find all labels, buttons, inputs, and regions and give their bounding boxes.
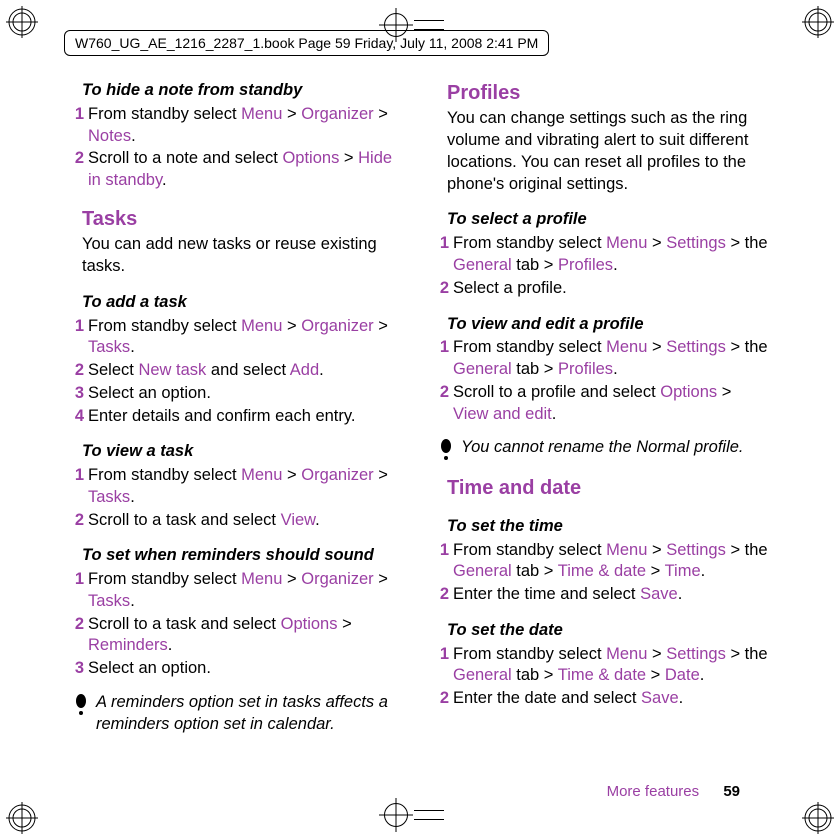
header-text: W760_UG_AE_1216_2287_1.book Page 59 Frid…	[64, 30, 549, 56]
step: 2 Select a profile.	[435, 278, 770, 300]
step-text: From standby select Menu > Settings > th…	[453, 233, 770, 277]
step: 2 Enter the date and select Save.	[435, 688, 770, 710]
page-footer: More features 59	[607, 783, 740, 800]
note-text: You cannot rename the Normal profile.	[461, 437, 744, 459]
set-time-heading: To set the time	[447, 516, 770, 538]
step-text: Select an option.	[88, 383, 405, 405]
crop-mark-icon	[802, 6, 834, 38]
step-text: From standby select Menu > Organizer > N…	[88, 104, 405, 148]
step: 2 Select New task and select Add.	[70, 360, 405, 382]
step: 1 From standby select Menu > Settings > …	[435, 540, 770, 584]
step-number: 1	[435, 233, 449, 277]
step: 1 From standby select Menu > Organizer >…	[70, 569, 405, 613]
step-number: 1	[70, 316, 84, 360]
step-text: Enter the time and select Save.	[453, 584, 770, 606]
step-text: Enter details and confirm each entry.	[88, 406, 405, 428]
step-text: From standby select Menu > Settings > th…	[453, 337, 770, 381]
step-number: 1	[435, 337, 449, 381]
note-box: A reminders option set in tasks affects …	[74, 692, 405, 736]
profiles-intro: You can change settings such as the ring…	[447, 108, 770, 195]
step-text: From standby select Menu > Organizer > T…	[88, 465, 405, 509]
crop-mark-icon	[802, 802, 834, 834]
profiles-section-heading: Profiles	[447, 80, 770, 106]
step: 1 From standby select Menu > Organizer >…	[70, 316, 405, 360]
step: 3 Select an option.	[70, 658, 405, 680]
step-number: 1	[70, 569, 84, 613]
step: 4 Enter details and confirm each entry.	[70, 406, 405, 428]
step: 3 Select an option.	[70, 383, 405, 405]
step-number: 2	[70, 614, 84, 658]
step-text: Select an option.	[88, 658, 405, 680]
edit-profile-heading: To view and edit a profile	[447, 314, 770, 336]
footer-page-number: 59	[723, 783, 740, 800]
step: 2 Enter the time and select Save.	[435, 584, 770, 606]
time-date-section-heading: Time and date	[447, 475, 770, 501]
crop-mark-icon	[6, 6, 38, 38]
step-number: 4	[70, 406, 84, 428]
footer-section: More features	[607, 783, 700, 800]
registration-mark-icon	[384, 800, 456, 830]
info-icon	[439, 439, 453, 461]
step-number: 2	[435, 688, 449, 710]
step-text: Scroll to a profile and select Options >…	[453, 382, 770, 426]
step: 2 Scroll to a task and select Options > …	[70, 614, 405, 658]
add-task-heading: To add a task	[82, 292, 405, 314]
view-task-heading: To view a task	[82, 441, 405, 463]
step-text: Select a profile.	[453, 278, 770, 300]
step-number: 1	[70, 104, 84, 148]
tasks-intro: You can add new tasks or reuse existing …	[82, 234, 405, 278]
step-text: Select New task and select Add.	[88, 360, 405, 382]
step-number: 1	[70, 465, 84, 509]
step-text: From standby select Menu > Organizer > T…	[88, 569, 405, 613]
step: 1 From standby select Menu > Settings > …	[435, 337, 770, 381]
select-profile-heading: To select a profile	[447, 209, 770, 231]
step: 2 Scroll to a task and select View.	[70, 510, 405, 532]
step-number: 2	[70, 148, 84, 192]
page-content: To hide a note from standby 1 From stand…	[70, 80, 770, 750]
reminders-heading: To set when reminders should sound	[82, 545, 405, 567]
step: 1 From standby select Menu > Settings > …	[435, 644, 770, 688]
step-text: From standby select Menu > Settings > th…	[453, 644, 770, 688]
info-icon	[74, 694, 88, 716]
step-number: 2	[435, 584, 449, 606]
step-number: 3	[70, 383, 84, 405]
step-number: 3	[70, 658, 84, 680]
step-text: Enter the date and select Save.	[453, 688, 770, 710]
page-header: W760_UG_AE_1216_2287_1.book Page 59 Frid…	[56, 26, 784, 60]
step-number: 2	[70, 510, 84, 532]
step: 1 From standby select Menu > Settings > …	[435, 233, 770, 277]
crop-mark-icon	[6, 802, 38, 834]
step: 1 From standby select Menu > Organizer >…	[70, 104, 405, 148]
step-number: 1	[435, 644, 449, 688]
step-text: From standby select Menu > Settings > th…	[453, 540, 770, 584]
hide-note-heading: To hide a note from standby	[82, 80, 405, 102]
note-box: You cannot rename the Normal profile.	[439, 437, 770, 461]
note-text: A reminders option set in tasks affects …	[96, 692, 405, 736]
tasks-section-heading: Tasks	[82, 206, 405, 232]
step-number: 2	[435, 278, 449, 300]
right-column: Profiles You can change settings such as…	[435, 80, 770, 750]
step-number: 2	[435, 382, 449, 426]
step: 2 Scroll to a profile and select Options…	[435, 382, 770, 426]
step-text: Scroll to a task and select Options > Re…	[88, 614, 405, 658]
step-number: 2	[70, 360, 84, 382]
step-text: From standby select Menu > Organizer > T…	[88, 316, 405, 360]
step-text: Scroll to a task and select View.	[88, 510, 405, 532]
left-column: To hide a note from standby 1 From stand…	[70, 80, 405, 750]
step-number: 1	[435, 540, 449, 584]
step: 2 Scroll to a note and select Options > …	[70, 148, 405, 192]
set-date-heading: To set the date	[447, 620, 770, 642]
step: 1 From standby select Menu > Organizer >…	[70, 465, 405, 509]
step-text: Scroll to a note and select Options > Hi…	[88, 148, 405, 192]
